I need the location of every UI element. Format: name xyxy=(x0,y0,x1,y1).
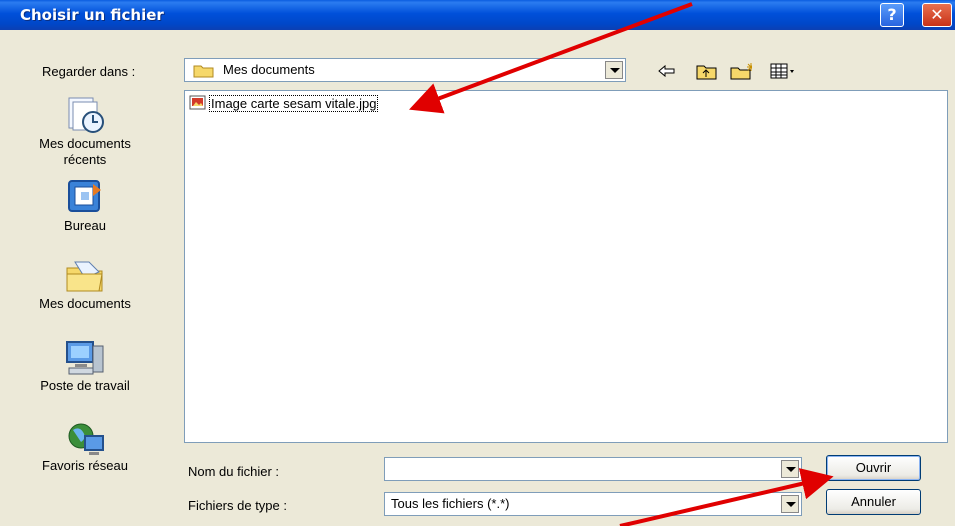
places-my-documents[interactable]: Mes documents xyxy=(0,256,170,312)
image-file-icon xyxy=(189,95,206,110)
places-label-my-computer: Poste de travail xyxy=(40,378,130,393)
places-label-my-documents: Mes documents xyxy=(39,296,131,311)
places-network[interactable]: Favoris réseau xyxy=(0,418,170,474)
back-arrow-icon[interactable] xyxy=(656,62,678,80)
cancel-button[interactable]: Annuler xyxy=(826,489,921,515)
chevron-down-icon[interactable] xyxy=(605,61,623,79)
close-button[interactable]: ✕ xyxy=(922,3,952,27)
look-in-dropdown[interactable]: Mes documents xyxy=(184,58,626,82)
places-label-recent-line2: récents xyxy=(63,152,107,167)
filename-input[interactable] xyxy=(384,457,802,481)
filename-label: Nom du fichier : xyxy=(188,464,280,479)
places-label-desktop: Bureau xyxy=(64,218,106,233)
up-folder-icon[interactable] xyxy=(696,62,718,80)
view-menu-icon[interactable] xyxy=(770,62,800,80)
chevron-down-icon[interactable] xyxy=(781,460,799,478)
window-title: Choisir un fichier xyxy=(20,6,164,24)
network-places-icon xyxy=(68,423,104,455)
filetype-value: Tous les fichiers (*.*) xyxy=(391,496,510,511)
file-list[interactable]: Image carte sesam vitale.jpg xyxy=(184,90,948,443)
look-in-label: Regarder dans : xyxy=(42,64,136,79)
title-bar: Choisir un fichier ? ✕ xyxy=(0,0,955,30)
my-computer-icon xyxy=(66,341,104,375)
open-button[interactable]: Ouvrir xyxy=(826,455,921,481)
folder-icon xyxy=(193,65,214,78)
places-desktop[interactable]: Bureau xyxy=(0,178,170,234)
new-folder-icon[interactable] xyxy=(730,62,752,80)
places-recent-documents[interactable]: Mes documents récents xyxy=(0,96,170,168)
chevron-down-icon[interactable] xyxy=(781,495,799,513)
recent-documents-icon xyxy=(68,97,104,133)
places-my-computer[interactable]: Poste de travail xyxy=(0,338,170,394)
file-name: Image carte sesam vitale.jpg xyxy=(209,95,379,112)
desktop-icon xyxy=(68,180,101,212)
my-documents-icon xyxy=(66,261,103,292)
look-in-value: Mes documents xyxy=(223,62,315,77)
filetype-label: Fichiers de type : xyxy=(188,498,287,513)
help-button[interactable]: ? xyxy=(880,3,904,27)
places-label-network: Favoris réseau xyxy=(42,458,128,473)
places-label-recent: Mes documents xyxy=(39,136,131,151)
filetype-dropdown[interactable]: Tous les fichiers (*.*) xyxy=(384,492,802,516)
